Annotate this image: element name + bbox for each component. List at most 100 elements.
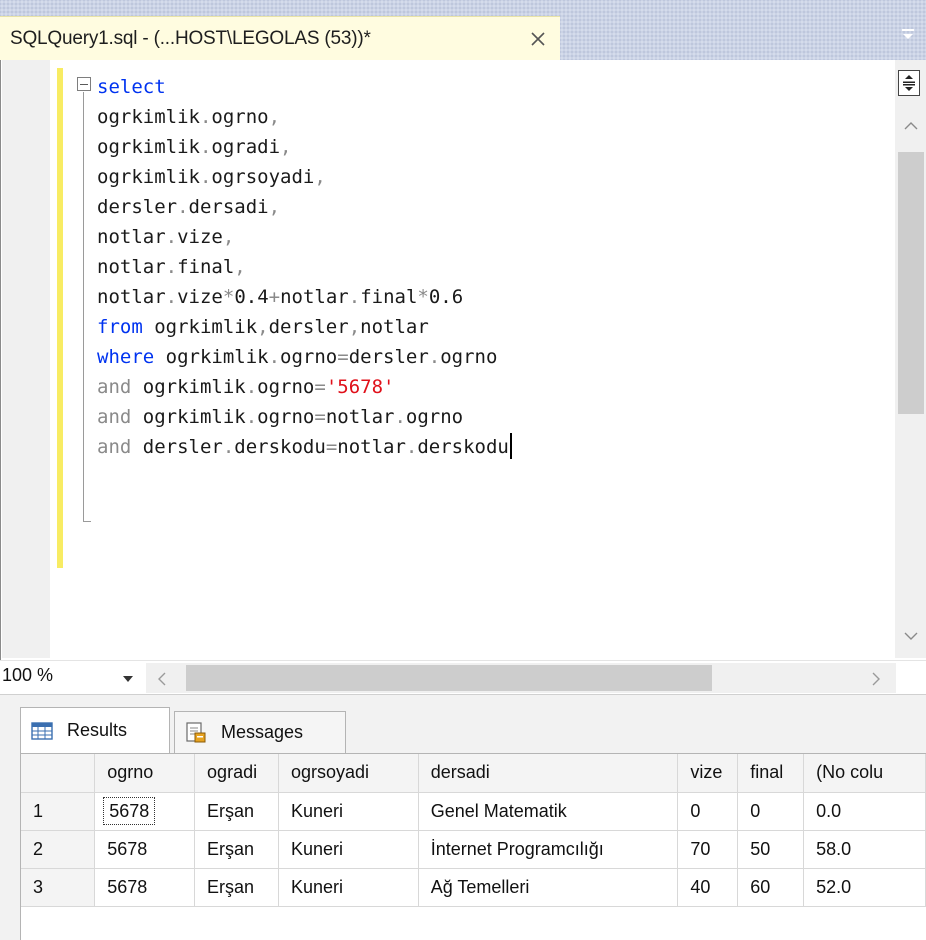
sql-code[interactable]: select ogrkimlik.ogrno, ogrkimlik.ogradi, o… xyxy=(97,72,883,462)
code-token: derskodu xyxy=(234,436,326,458)
code-line[interactable]: from ogrkimlik,dersler,notlar xyxy=(97,312,883,342)
code-token: . xyxy=(165,226,178,248)
code-token: . xyxy=(268,346,281,368)
column-header-vize[interactable]: vize xyxy=(677,754,739,793)
code-token: dersler xyxy=(268,316,349,338)
code-token: notlar xyxy=(97,286,166,308)
grid-cell[interactable]: 0.0 xyxy=(803,792,926,831)
code-token: derskodu xyxy=(417,436,509,458)
query-editor[interactable]: select ogrkimlik.ogrno, ogrkimlik.ogradi, o… xyxy=(0,60,926,660)
column-header-no-column-name[interactable]: (No colu xyxy=(803,754,926,793)
grid-cell[interactable]: Erşan xyxy=(194,792,279,831)
results-grid[interactable]: ogrno ogradi ogrsoyadi dersadi vize fina… xyxy=(20,753,926,940)
code-token: notlar xyxy=(325,406,395,428)
code-token: ogrno xyxy=(440,346,498,368)
code-token: . xyxy=(245,376,258,398)
grid-cell[interactable]: 50 xyxy=(737,830,805,869)
scroll-right-arrow-icon[interactable] xyxy=(866,669,886,689)
code-token: ogrkimlik xyxy=(97,136,200,158)
code-token: . xyxy=(199,166,212,188)
grid-cell[interactable]: 5678 xyxy=(94,868,196,907)
grid-cell[interactable]: Genel Matematik xyxy=(418,792,679,831)
code-token: dersler xyxy=(97,196,178,218)
code-line[interactable]: select xyxy=(97,72,883,102)
code-line[interactable]: dersler.dersadi, xyxy=(97,192,883,222)
tab-messages[interactable]: Messages xyxy=(174,711,346,753)
zoom-dropdown-arrow-icon[interactable] xyxy=(118,669,138,689)
grid-cell[interactable]: Erşan xyxy=(194,868,279,907)
grid-cell[interactable]: Kuneri xyxy=(278,792,419,831)
grid-cell[interactable]: 0 xyxy=(737,792,805,831)
grid-header-row: ogrno ogradi ogrsoyadi dersadi vize fina… xyxy=(21,754,926,793)
code-token: ogrkimlik xyxy=(131,376,246,398)
code-token: dersler xyxy=(131,436,223,458)
close-icon[interactable] xyxy=(524,25,552,53)
grid-cell[interactable]: 52.0 xyxy=(803,868,926,907)
grid-cell[interactable]: Ağ Temelleri xyxy=(418,868,679,907)
row-header-corner[interactable] xyxy=(21,754,96,793)
code-line[interactable]: and ogrkimlik.ogrno='5678' xyxy=(97,372,883,402)
code-line[interactable]: and ogrkimlik.ogrno=notlar.ogrno xyxy=(97,402,883,432)
grid-cell[interactable]: 5678 xyxy=(94,830,196,869)
row-number[interactable]: 3 xyxy=(21,868,96,907)
document-tab-sqlquery1[interactable]: SQLQuery1.sql - (...HOST\LEGOLAS (53))* xyxy=(0,16,560,60)
code-line[interactable]: ogrkimlik.ogrsoyadi, xyxy=(97,162,883,192)
column-header-ogrno[interactable]: ogrno xyxy=(94,754,196,793)
code-token: final xyxy=(360,286,418,308)
code-token: * xyxy=(222,286,235,308)
code-line[interactable]: where ogrkimlik.ogrno=dersler.ogrno xyxy=(97,342,883,372)
results-grid-icon xyxy=(31,721,53,740)
tab-results[interactable]: Results xyxy=(20,707,170,753)
collapse-outline-icon[interactable] xyxy=(77,77,91,91)
grid-cell[interactable]: Kuneri xyxy=(278,868,419,907)
grid-cell[interactable]: 70 xyxy=(677,830,739,869)
code-token: vize xyxy=(177,286,223,308)
code-token: . xyxy=(199,106,212,128)
zoom-level[interactable]: 100 % xyxy=(2,665,53,686)
outline-line-end xyxy=(83,521,91,522)
grid-cell[interactable]: İnternet Programcılığı xyxy=(418,830,679,869)
row-number[interactable]: 1 xyxy=(21,792,96,831)
grid-cell[interactable]: 60 xyxy=(737,868,805,907)
code-line[interactable]: and dersler.derskodu=notlar.derskodu xyxy=(97,432,883,462)
editor-zoom-bar: 100 % xyxy=(0,660,926,694)
code-line[interactable]: notlar.vize*0.4+notlar.final*0.6 xyxy=(97,282,883,312)
grid-cell[interactable]: 58.0 xyxy=(803,830,926,869)
code-token: = xyxy=(314,406,326,428)
scroll-left-arrow-icon[interactable] xyxy=(152,669,172,689)
messages-icon xyxy=(185,721,207,744)
horizontal-scroll-thumb[interactable] xyxy=(186,665,712,691)
row-number[interactable]: 2 xyxy=(21,830,96,869)
code-token: ogrno xyxy=(257,376,315,398)
column-header-ogradi[interactable]: ogradi xyxy=(194,754,279,793)
code-token: . xyxy=(199,136,212,158)
grid-cell-selected[interactable]: 5678 xyxy=(94,792,196,831)
code-token: where xyxy=(97,346,155,368)
scroll-up-arrow-icon[interactable] xyxy=(901,116,921,136)
code-token: dersler xyxy=(348,346,429,368)
vertical-scroll-thumb[interactable] xyxy=(898,152,924,414)
column-header-dersadi[interactable]: dersadi xyxy=(418,754,679,793)
code-token: . xyxy=(428,346,441,368)
scroll-down-arrow-icon[interactable] xyxy=(901,626,921,646)
code-line[interactable]: notlar.vize, xyxy=(97,222,883,252)
column-header-final[interactable]: final xyxy=(737,754,805,793)
column-header-ogrsoyadi[interactable]: ogrsoyadi xyxy=(278,754,419,793)
grid-cell[interactable]: Erşan xyxy=(194,830,279,869)
code-token: = xyxy=(314,376,326,398)
grid-cell[interactable]: 40 xyxy=(677,868,739,907)
code-line[interactable]: ogrkimlik.ogradi, xyxy=(97,132,883,162)
grid-cell[interactable]: Kuneri xyxy=(278,830,419,869)
split-window-icon[interactable] xyxy=(898,70,920,96)
window-position-menu-icon[interactable] xyxy=(896,22,920,46)
code-token: . xyxy=(165,256,178,278)
code-token: and xyxy=(97,436,132,458)
code-token: , xyxy=(348,316,361,338)
code-line[interactable]: ogrkimlik.ogrno, xyxy=(97,102,883,132)
grid-cell[interactable]: 0 xyxy=(677,792,739,831)
code-line[interactable]: notlar.final, xyxy=(97,252,883,282)
code-token: , xyxy=(280,136,292,158)
code-token: ogrkimlik xyxy=(142,316,258,338)
code-token: , xyxy=(268,106,281,128)
code-token: + xyxy=(268,286,281,308)
